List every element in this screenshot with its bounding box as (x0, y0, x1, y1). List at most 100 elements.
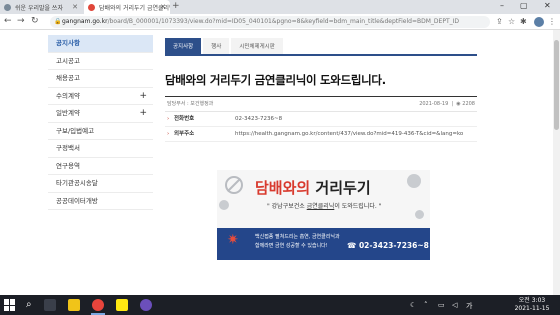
moon-icon[interactable]: ☾ (410, 301, 416, 309)
sidebar-item-label: 채용공고 (56, 74, 80, 82)
sidebar-item-label: 구보/입법예고 (56, 126, 95, 135)
lock-icon: 🔒 (54, 18, 62, 25)
sidebar-item-label: 구정백서 (56, 144, 80, 152)
article-content: 공지사항 행사 시민체제게시판 담배와의 거리두기 금연클리닉이 도와드립니다.… (165, 38, 477, 142)
subtitle-post: 이 도와드립니다. " (334, 203, 382, 210)
tab-title: 쉬운 우리말을 쓰자 (15, 4, 63, 12)
ime-icon[interactable]: 가 (466, 301, 472, 311)
browser-tab-active[interactable]: 담배와의 거리두기 금연클리닉 ✕ (84, 0, 170, 14)
sidebar-item-label: 수의계약 (56, 91, 80, 100)
sidebar-item-research[interactable]: 연구용역 (48, 158, 153, 175)
app-icon[interactable] (140, 299, 152, 311)
chevron-right-icon: › (167, 116, 170, 122)
url-host: gangnam.go.kr (62, 18, 108, 25)
system-clock[interactable]: 오전 3:03 2021-11-15 (510, 297, 554, 313)
sidebar-item-label: 고시공고 (56, 56, 80, 65)
article-meta: 담당부서 : 보건행정과 2021-08-19 | ◉ 2208 (165, 96, 477, 112)
info-row-url: › 외부주소 https://health.gangnam.go.kr/cont… (165, 127, 477, 142)
browser-tab[interactable]: 쉬운 우리말을 쓰자 ✕ (0, 0, 82, 14)
expand-plus-icon[interactable]: + (139, 88, 147, 105)
banner-line-2: 함께라면 금연 성공할 수 있습니다! (255, 243, 328, 249)
banner-subtitle: " 강남구보건소 금연클리닉이 도와드립니다. " (267, 201, 381, 210)
tab-close-icon[interactable]: ✕ (72, 3, 78, 11)
banner-bottom-strip: ✷ 백신접종 펼쳐드리는 흡연, 금연클리닉과 함께라면 금연 성공할 수 있습… (217, 228, 430, 260)
url-bar[interactable]: 🔒 gangnam.go.kr/board/B_000001/1073393/v… (50, 16, 490, 28)
banner-title-dark: 거리두기 (310, 179, 371, 197)
sidebar-item-notices[interactable]: 공지사항 (48, 35, 153, 53)
sidebar-item-open-data[interactable]: 공공데이터개방 (48, 193, 153, 210)
chevron-right-icon: › (167, 131, 170, 137)
virus-red-icon: ✷ (227, 232, 239, 248)
banner-title-red: 담배와의 (255, 179, 311, 197)
volume-icon[interactable]: ◁ (452, 301, 457, 309)
back-arrow-icon[interactable]: ← (4, 16, 12, 26)
sidebar-menu: 공지사항 고시공고 채용공고 수의계약 + 일반계약 + 구보/입법예고 구정백서 … (48, 35, 153, 210)
browser-tab-strip: 쉬운 우리말을 쓰자 ✕ 담배와의 거리두기 금연클리닉 ✕ + – ▢ ✕ (0, 0, 560, 14)
close-window-button[interactable]: ✕ (544, 1, 551, 10)
banner-line-1: 백신접종 펼쳐드리는 흡연, 금연클리닉과 (255, 234, 340, 240)
expand-plus-icon[interactable]: + (139, 105, 147, 122)
tab-favicon-icon (4, 3, 11, 11)
date-views: 2021-08-19 | ◉ 2208 (419, 101, 475, 107)
sidebar-item-label: 연구용역 (56, 161, 80, 170)
virus-icon (415, 210, 424, 219)
tab-favicon-icon (88, 3, 95, 11)
minimize-button[interactable]: – (500, 1, 504, 10)
url-path: /board/B_000001/1073393/view.do?mid=ID05… (107, 18, 459, 25)
sidebar-item-label: 공지사항 (56, 39, 80, 47)
promo-banner-image: 담배와의 거리두기 " 강남구보건소 금연클리닉이 도와드립니다. " ✷ 백신… (217, 170, 430, 260)
forward-arrow-icon[interactable]: → (17, 16, 25, 26)
network-icon[interactable]: ▭ (438, 301, 445, 309)
sidebar-item-whitepaper[interactable]: 구정백서 (48, 140, 153, 158)
page-scrollbar[interactable] (553, 30, 560, 295)
bookmark-star-icon[interactable]: ☆ (508, 17, 515, 26)
tab-citizen-board[interactable]: 시민체제게시판 (231, 38, 283, 54)
banner-title: 담배와의 거리두기 (255, 177, 371, 198)
info-label: 전화번호 (174, 116, 195, 122)
post-date: 2021-08-19 (419, 101, 449, 107)
virus-icon (407, 174, 421, 188)
share-icon[interactable]: ⇪ (496, 17, 503, 26)
tab-close-icon[interactable]: ✕ (160, 3, 166, 11)
sidebar-item-label: 공공데이터개방 (56, 196, 98, 205)
page-title: 담배와의 거리두기 금연클리닉이 도와드립니다. (165, 73, 386, 87)
kakaotalk-icon[interactable] (116, 299, 128, 311)
profile-avatar[interactable] (534, 17, 544, 27)
info-row-phone: › 전화번호 02-3423-7236~8 (165, 112, 477, 127)
sidebar-item-public-service[interactable]: 타기관공시송달 (48, 175, 153, 193)
scroll-thumb[interactable] (554, 40, 559, 130)
sidebar-item-recruitment[interactable]: 채용공고 (48, 70, 153, 88)
reload-icon[interactable]: ↻ (31, 16, 39, 26)
eye-icon: ◉ (456, 101, 461, 107)
address-toolbar: ← → ↻ 🔒 gangnam.go.kr/board/B_000001/107… (0, 14, 560, 30)
new-tab-button[interactable]: + (172, 1, 180, 11)
extensions-icon[interactable]: ✱ (520, 17, 527, 26)
search-icon[interactable]: ⌕ (26, 299, 32, 310)
sidebar-item-label: 타기관공시송달 (56, 179, 98, 187)
info-label: 외부주소 (174, 131, 195, 137)
banner-phone: ☎ 02-3423-7236~8 (347, 241, 429, 250)
sidebar-item-announcements[interactable]: 고시공고 (48, 53, 153, 70)
clock-date: 2021-11-15 (514, 305, 550, 312)
no-smoking-icon (225, 176, 243, 194)
clock-time: 오전 3:03 (518, 297, 546, 304)
sidebar-item-general-contract[interactable]: 일반계약 + (48, 105, 153, 123)
external-link[interactable]: https://health.gangnam.go.kr/content/437… (235, 127, 463, 142)
tray-up-icon[interactable]: ˄ (424, 301, 428, 309)
sidebar-item-gazette[interactable]: 구보/입법예고 (48, 123, 153, 140)
department-label: 담당부서 : 보건행정과 (167, 101, 214, 107)
menu-dots-icon[interactable]: ⋮ (548, 17, 556, 26)
sidebar-item-private-contract[interactable]: 수의계약 + (48, 88, 153, 105)
chrome-icon[interactable] (92, 299, 104, 311)
windows-start-icon[interactable] (4, 299, 16, 311)
file-explorer-icon[interactable] (68, 299, 80, 311)
subtitle-pre: " 강남구보건소 (267, 203, 307, 210)
web-page: 공지사항 고시공고 채용공고 수의계약 + 일반계약 + 구보/입법예고 구정백서 … (0, 30, 560, 295)
sidebar-item-label: 일반계약 (56, 109, 80, 117)
view-count: 2208 (462, 101, 475, 107)
tab-events[interactable]: 행사 (203, 38, 230, 54)
info-value: 02-3423-7236~8 (235, 116, 283, 122)
task-view-icon[interactable] (44, 299, 56, 311)
maximize-button[interactable]: ▢ (520, 1, 528, 10)
tab-notices[interactable]: 공지사항 (165, 38, 202, 54)
